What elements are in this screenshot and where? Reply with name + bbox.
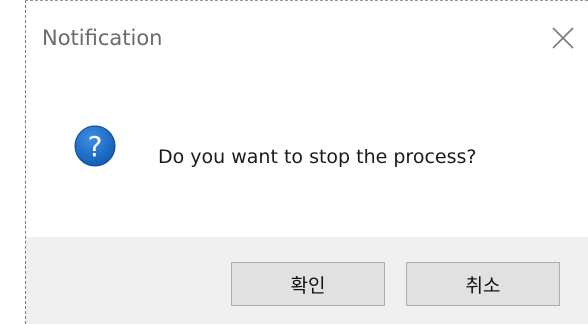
notification-dialog: Notification ? Do you want to stop the p… — [26, 1, 588, 324]
title-bar: Notification — [26, 1, 588, 73]
dialog-footer: 확인 취소 — [26, 237, 588, 324]
close-icon — [552, 27, 574, 49]
dialog-content: ? Do you want to stop the process? — [26, 73, 588, 236]
cancel-button-label: 취소 — [465, 274, 501, 297]
close-button[interactable] — [546, 21, 580, 55]
ok-button-label: 확인 — [290, 274, 326, 297]
question-glyph: ? — [88, 130, 103, 163]
ok-button[interactable]: 확인 — [231, 262, 385, 306]
cancel-button[interactable]: 취소 — [406, 262, 560, 306]
dialog-message: Do you want to stop the process? — [158, 146, 477, 168]
screen: Notification ? Do you want to stop the p… — [0, 0, 588, 324]
dialog-title: Notification — [42, 26, 163, 50]
question-icon: ? — [74, 125, 116, 167]
